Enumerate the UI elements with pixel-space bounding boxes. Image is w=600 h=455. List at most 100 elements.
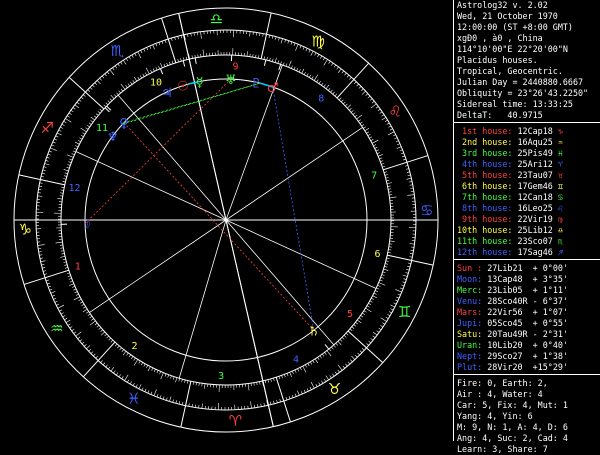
degree-tick [72,329,74,331]
degree-tick [382,117,386,120]
house-row: 1st house: 12Cap18 ♑ [457,126,600,137]
degree-tick [328,88,330,90]
degree-tick [91,352,93,354]
degree-tick [110,70,114,76]
degree-tick [81,97,83,99]
degree-tick [385,264,388,265]
house-label: 8th house: [457,203,512,214]
degree-tick [160,395,161,398]
degree-tick [377,152,380,153]
planet-row: Sun : 27Lib21 + 0°00' [457,263,600,274]
degree-tick [343,366,345,368]
house-row: 11th house: 23Sco07 ♏ [457,236,600,247]
degree-tick [387,258,390,259]
degree-tick [275,58,276,63]
house-cusp-line [179,220,226,378]
degree-tick [310,387,311,390]
degree-tick [291,42,292,45]
divider [454,374,600,375]
degree-tick [111,367,114,371]
degree-tick [350,360,352,362]
planet-icon: ♃ [161,86,173,101]
degree-tick [158,66,159,69]
degree-tick [65,267,68,268]
degree-tick [375,147,378,148]
degree-tick [401,153,404,154]
degree-tick [75,146,78,147]
planet-latitude: + 3°35' [528,274,568,285]
degree-tick [100,78,102,80]
degree-tick [202,404,203,409]
degree-tick [375,291,378,292]
zodiac-sign-icon: ♓ [127,390,140,408]
degree-tick [167,63,168,66]
degree-tick [48,154,51,155]
degree-tick [355,355,357,357]
degree-tick [300,367,301,370]
degree-tick [204,384,205,389]
degree-tick [391,309,394,310]
degree-tick [130,381,132,384]
degree-tick [114,95,116,97]
degree-tick [175,37,176,40]
degree-tick [127,380,129,383]
degree-tick [91,319,93,321]
degree-tick [67,116,70,118]
degree-tick [382,115,384,117]
degree-tick [397,147,402,149]
degree-tick [62,124,65,126]
degree-tick [72,154,75,155]
degree-tick [292,395,293,398]
degree-tick [44,274,47,275]
degree-tick [379,328,381,330]
degree-tick [74,148,77,149]
degree-tick [146,365,147,368]
planet-latitude: + 0°00' [528,263,568,274]
house-row: 4th house: 25Ari12 ♈ [457,159,600,170]
degree-tick [351,110,353,112]
degree-tick [73,151,76,152]
degree-tick [54,139,57,140]
degree-tick [69,159,72,160]
degree-tick [110,99,112,101]
degree-tick [349,77,351,79]
degree-tick [108,367,110,369]
degree-tick [90,321,96,325]
degree-tick [394,303,397,304]
degree-tick [365,308,371,312]
degree-tick [295,394,296,397]
degree-tick [154,369,155,372]
degree-tick [268,380,269,383]
degree-tick [407,266,410,267]
degree-tick [70,326,72,328]
degree-tick [150,46,151,49]
degree-tick [395,300,398,301]
degree-tick [108,101,110,103]
header-line: DeltaT: 40.9715 [457,110,600,121]
degree-tick [131,356,133,358]
degree-tick [303,366,306,372]
degree-tick [362,124,364,126]
house-sign-icon: ♏ [553,236,563,247]
house-cusp: 12Can18 [512,192,552,203]
degree-tick [128,84,130,86]
degree-tick [141,50,142,53]
house-number: 5 [347,309,353,320]
degree-tick [91,117,95,120]
degree-tick [307,73,308,76]
house-cusp: 17Sag46 [512,247,552,258]
planet-tick [195,58,196,64]
degree-tick [160,372,161,375]
degree-tick [386,180,389,181]
degree-tick [40,258,43,259]
house-sign-icon: ♉ [553,170,563,181]
header-line: Placidus houses. [457,55,600,66]
degree-tick [88,314,90,316]
degree-tick [97,325,99,327]
degree-tick [373,332,377,335]
degree-tick [97,80,100,84]
degree-tick [101,330,103,332]
degree-tick [67,164,70,165]
degree-tick [105,334,107,336]
planet-name: Nept: [457,351,482,362]
